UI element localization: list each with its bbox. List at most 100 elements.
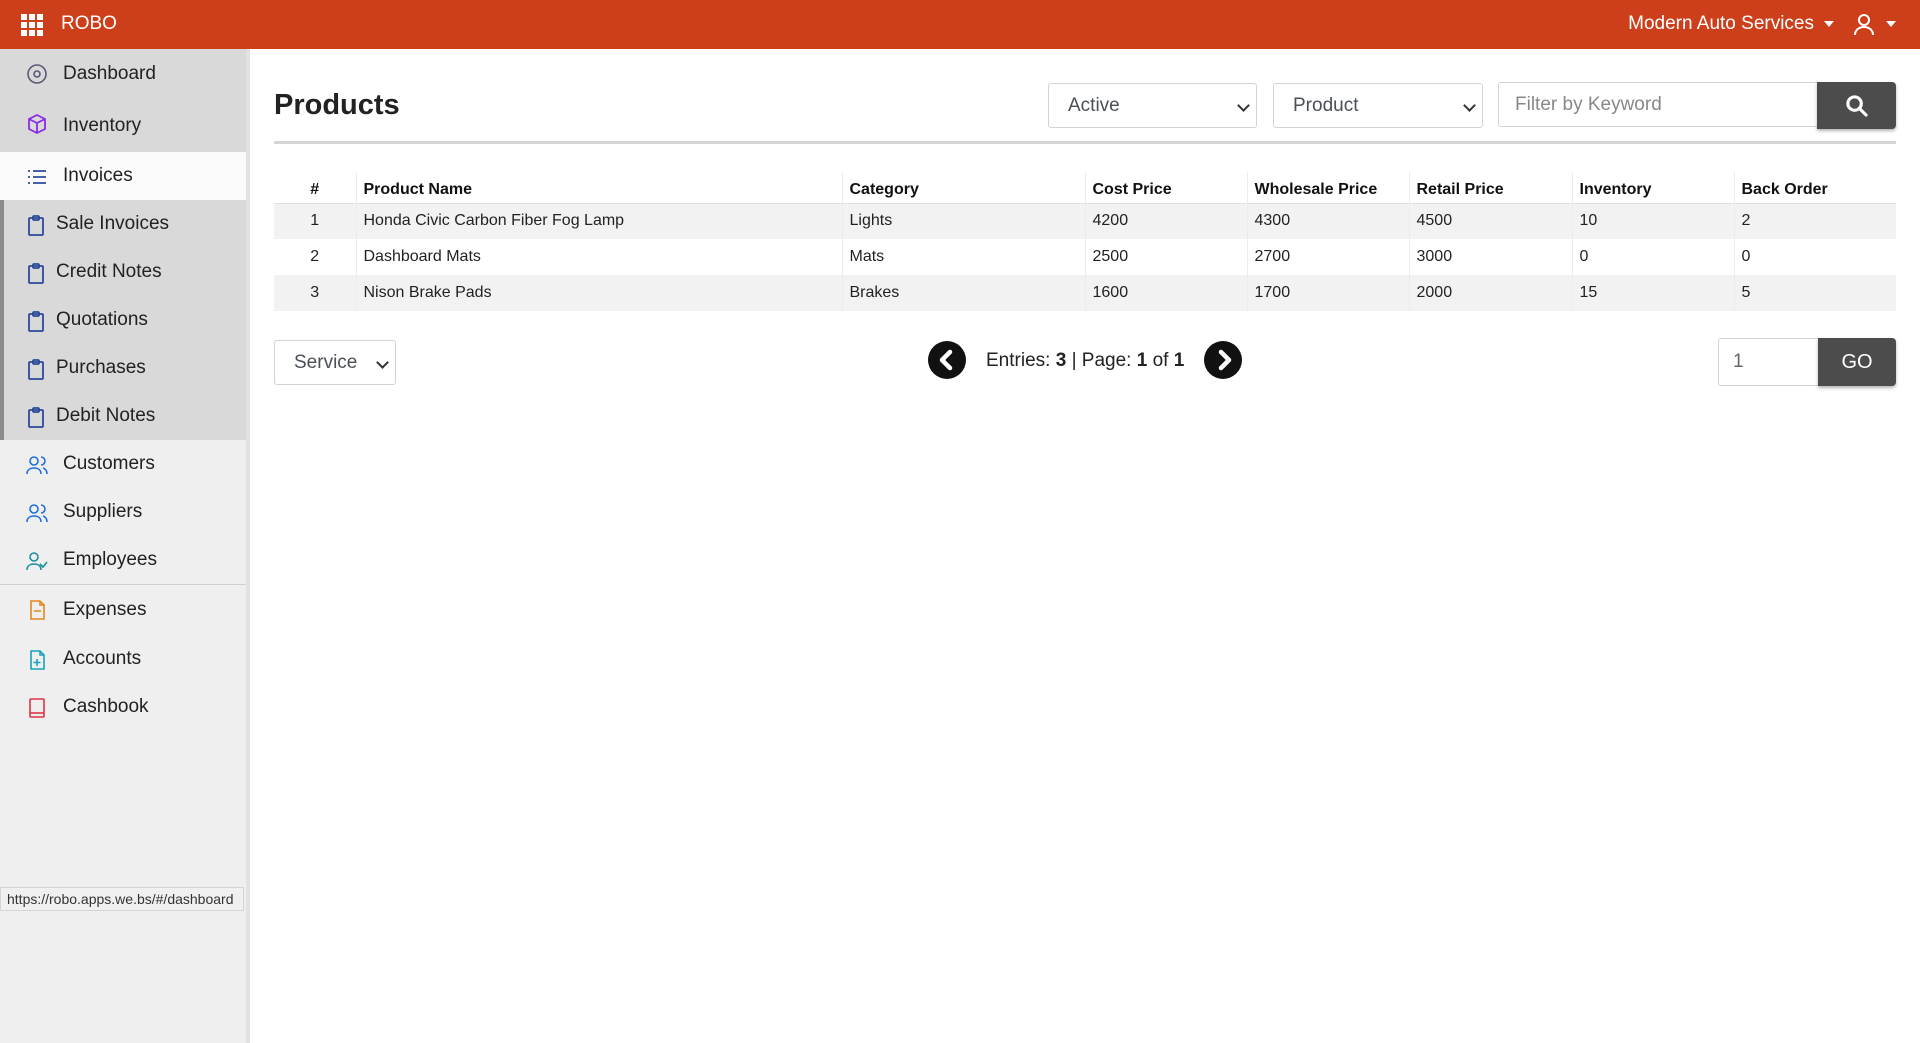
sidebar-item-label: Dashboard (63, 63, 156, 84)
sidebar-item-invoices[interactable]: Invoices (0, 152, 246, 200)
table-row[interactable]: 2 Dashboard Mats Mats 2500 2700 3000 0 0 (274, 239, 1896, 275)
item-type-value: Service (294, 351, 358, 373)
sidebar-item-cashbook[interactable]: Cashbook (0, 683, 246, 731)
table-cell: 0 (1571, 239, 1734, 275)
sidebar-item-label: Credit Notes (56, 261, 162, 282)
column-header-number[interactable]: # (274, 172, 356, 203)
column-header-wholesale-price[interactable]: Wholesale Price (1246, 172, 1409, 203)
search-placeholder: Filter by Keyword (1515, 93, 1662, 115)
user-icon (1854, 14, 1874, 36)
list-icon (28, 170, 46, 184)
column-header-back-order[interactable]: Back Order (1733, 172, 1896, 203)
sidebar-item-label: Suppliers (63, 501, 143, 522)
box-icon (28, 113, 46, 135)
table-cell: 4500 (1408, 203, 1572, 239)
sidebar-item-suppliers[interactable]: Suppliers (0, 488, 246, 536)
chevron-left-icon (939, 349, 953, 371)
table-cell: Dashboard Mats (355, 239, 842, 275)
search-button[interactable] (1817, 82, 1896, 129)
dashboard-icon (27, 64, 47, 84)
people-icon (26, 504, 48, 523)
company-dropdown[interactable]: Modern Auto Services (1628, 13, 1834, 35)
sidebar-item-label: Inventory (63, 114, 142, 136)
search-icon (1846, 95, 1868, 117)
entries-count: 3 (1055, 350, 1067, 371)
chevron-down-icon (1237, 99, 1250, 112)
document-plus-icon (30, 650, 45, 670)
page-number-value: 1 (1733, 351, 1744, 372)
chevron-right-icon (1218, 349, 1232, 371)
sidebar-item-accounts[interactable]: Accounts (0, 635, 246, 683)
item-type-select[interactable]: Service (274, 340, 396, 385)
table-cell: 3000 (1408, 239, 1572, 275)
sidebar-item-dashboard[interactable]: Dashboard (0, 49, 246, 99)
column-header-category[interactable]: Category (841, 172, 1085, 203)
table-cell: 2500 (1084, 239, 1247, 275)
sidebar-item-label: Debit Notes (56, 405, 156, 426)
products-table: # Product Name Category Cost Price Whole… (274, 172, 1896, 311)
chevron-down-icon (376, 356, 389, 369)
chevron-down-icon (1463, 99, 1476, 112)
sidebar-item-expenses[interactable]: Expenses (0, 585, 246, 635)
person-check-icon (26, 552, 48, 571)
sidebar-item-label: Customers (63, 453, 155, 474)
total-pages: 1 (1173, 350, 1185, 371)
sidebar-item-label: Sale Invoices (56, 213, 170, 234)
sidebar-item-sale-invoices[interactable]: Sale Invoices (0, 200, 246, 248)
brand-name[interactable]: ROBO (61, 13, 117, 35)
column-header-retail-price[interactable]: Retail Price (1408, 172, 1572, 203)
table-cell: 4300 (1246, 203, 1409, 239)
column-header-cost-price[interactable]: Cost Price (1084, 172, 1247, 203)
apps-grid-icon[interactable] (21, 14, 43, 36)
column-header-inventory[interactable]: Inventory (1571, 172, 1734, 203)
sidebar-item-label: Purchases (56, 357, 146, 378)
table-cell: 10 (1571, 203, 1734, 239)
of-label: of (1152, 350, 1169, 371)
sidebar-item-inventory[interactable]: Inventory (0, 99, 246, 152)
table-row[interactable]: 1 Honda Civic Carbon Fiber Fog Lamp Ligh… (274, 203, 1896, 239)
status-filter-value: Active (1068, 94, 1120, 116)
people-icon (26, 456, 48, 475)
page-number-input[interactable]: 1 (1718, 338, 1819, 386)
table-cell: 15 (1571, 275, 1734, 311)
clipboard-icon (28, 263, 44, 284)
table-cell: 3 (310, 284, 320, 301)
user-menu[interactable] (1852, 12, 1896, 36)
sidebar-item-label: Quotations (56, 309, 148, 330)
document-icon (30, 600, 45, 620)
sidebar-item-label: Cashbook (63, 696, 149, 717)
company-name: Modern Auto Services (1628, 13, 1814, 34)
previous-page-button[interactable] (928, 341, 966, 379)
sidebar-item-label: Invoices (63, 165, 133, 186)
sidebar-item-credit-notes[interactable]: Credit Notes (0, 248, 246, 296)
next-page-button[interactable] (1204, 341, 1242, 379)
go-button[interactable]: GO (1818, 338, 1896, 386)
column-header-product-name[interactable]: Product Name (355, 172, 842, 203)
page-label: | Page: (1071, 350, 1132, 371)
sidebar-item-employees[interactable]: Employees (0, 536, 246, 584)
sidebar-item-quotations[interactable]: Quotations (0, 296, 246, 344)
table-cell: 2000 (1408, 275, 1572, 311)
clipboard-icon (28, 215, 44, 236)
current-page: 1 (1136, 350, 1148, 371)
table-cell: Nison Brake Pads (355, 275, 842, 311)
sidebar-item-label: Employees (63, 549, 157, 570)
table-cell: 2700 (1246, 239, 1409, 275)
table-cell: 1600 (1084, 275, 1247, 311)
search-input[interactable]: Filter by Keyword (1498, 82, 1818, 127)
header-divider (274, 141, 1896, 144)
sidebar-item-purchases[interactable]: Purchases (0, 344, 246, 392)
table-cell: Honda Civic Carbon Fiber Fog Lamp (355, 203, 842, 239)
table-cell: 5 (1733, 275, 1896, 311)
type-filter-select[interactable]: Product (1273, 83, 1483, 128)
status-filter-select[interactable]: Active (1048, 83, 1257, 128)
entries-label: Entries: (986, 350, 1051, 371)
table-cell: 1700 (1246, 275, 1409, 311)
table-cell: 2 (1733, 203, 1896, 239)
sidebar-item-debit-notes[interactable]: Debit Notes (0, 392, 246, 440)
table-cell: 1 (310, 212, 320, 230)
table-header-row: # Product Name Category Cost Price Whole… (274, 172, 1896, 203)
sidebar-item-customers[interactable]: Customers (0, 440, 246, 488)
table-cell: Mats (841, 239, 1085, 275)
table-row[interactable]: 3 Nison Brake Pads Brakes 1600 1700 2000… (274, 275, 1896, 311)
